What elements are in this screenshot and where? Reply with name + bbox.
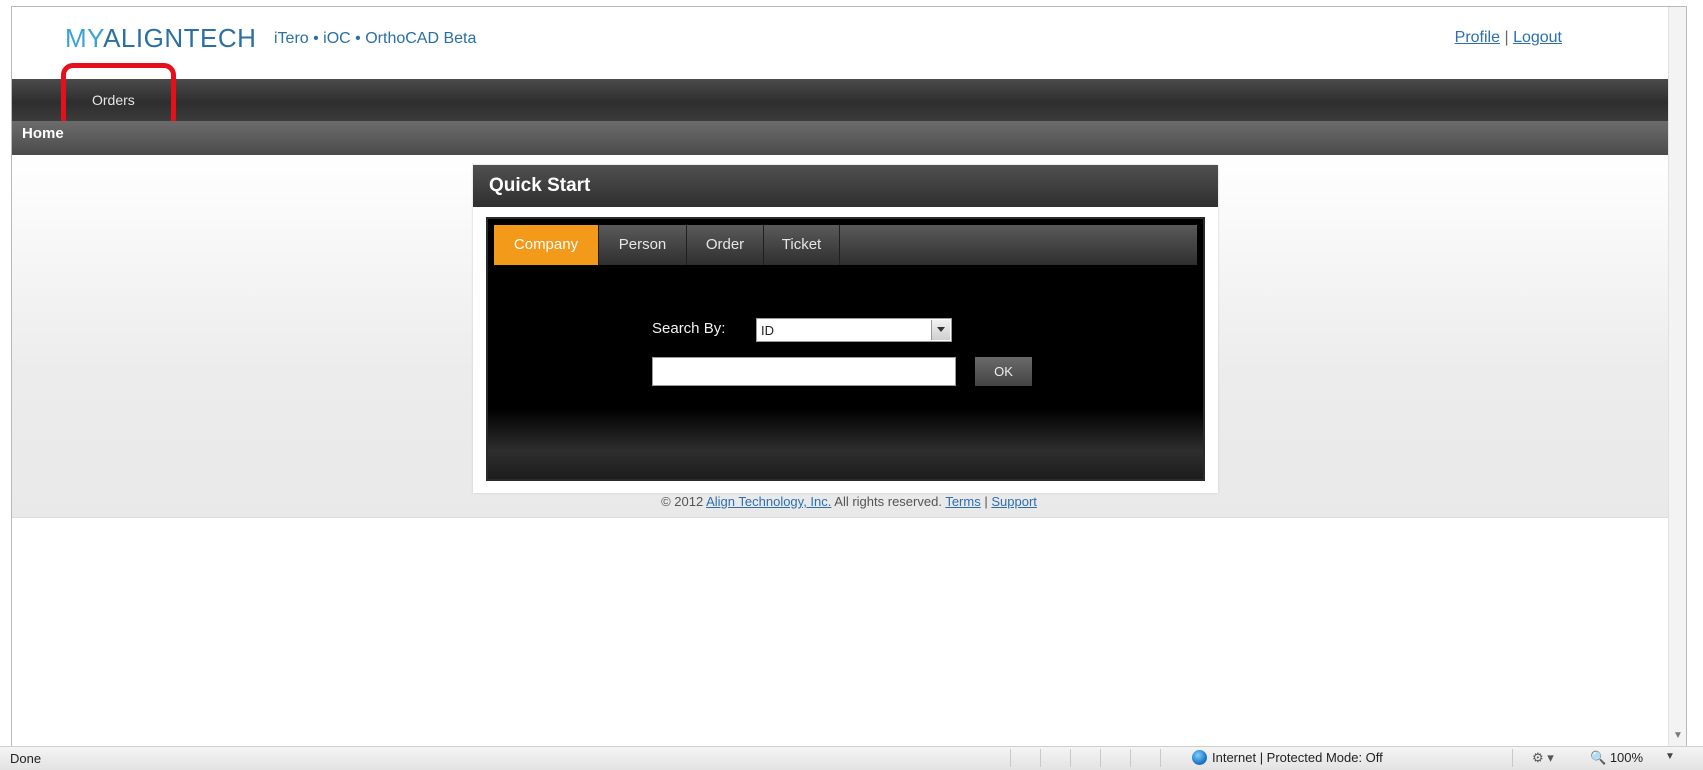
browser-status-bar: Done Internet | Protected Mode: Off ⚙ ▾ … (0, 746, 1703, 770)
page-footer: © 2012 Align Technology, Inc. All rights… (12, 494, 1686, 509)
quick-start-header: Quick Start (473, 165, 1218, 207)
footer-company-link[interactable]: Align Technology, Inc. (706, 494, 831, 509)
user-links: Profile | Logout (1455, 29, 1562, 47)
breadcrumb-home[interactable]: Home (22, 125, 64, 142)
main-nav: Orders (12, 63, 1686, 130)
nav-orders[interactable]: Orders (92, 92, 135, 108)
tab-company[interactable]: Company (494, 225, 599, 265)
ok-button[interactable]: OK (975, 357, 1032, 386)
status-divider (1040, 749, 1041, 767)
security-zone: Internet | Protected Mode: Off (1192, 750, 1383, 765)
quick-start-title: Quick Start (489, 175, 591, 196)
status-divider (1160, 749, 1161, 767)
tab-person[interactable]: Person (599, 225, 687, 265)
zoom-level: 100% (1609, 750, 1644, 765)
dropdown-arrow-icon[interactable] (931, 320, 950, 340)
protected-mode-icon[interactable]: ⚙ ▾ (1532, 750, 1554, 766)
search-by-label: Search By: (652, 320, 726, 337)
quick-start-tabs: Company Person Order Ticket (494, 225, 1197, 265)
tab-ticket[interactable]: Ticket (764, 225, 840, 265)
search-by-select[interactable]: ID (756, 318, 952, 342)
breadcrumb-bar: Home (12, 121, 1686, 155)
footer-copyright: © 2012 (661, 494, 704, 509)
status-text: Done (10, 751, 42, 766)
quick-start-panel: Company Person Order Ticket Search By: I… (486, 217, 1205, 481)
site-header: MYALIGNTECH iTero • iOC • OrthoCAD Beta … (12, 7, 1686, 79)
search-by-value: ID (761, 323, 774, 338)
footer-terms-link[interactable]: Terms (945, 494, 980, 509)
status-divider (1512, 749, 1513, 767)
logo-aligntech: ALIGNTECH (103, 23, 257, 53)
footer-support-link[interactable]: Support (991, 494, 1037, 509)
security-zone-text: Internet | Protected Mode: Off (1212, 750, 1383, 765)
footer-separator: | (984, 494, 988, 509)
status-divider (1130, 749, 1131, 767)
panel-background-glow (488, 409, 1203, 479)
product-list: iTero • iOC • OrthoCAD Beta (274, 30, 477, 47)
tab-order[interactable]: Order (687, 225, 764, 265)
status-divider (1010, 749, 1011, 767)
myaligntech-logo[interactable]: MYALIGNTECH (65, 23, 256, 54)
quick-start-widget: Quick Start Company Person Order Ticket … (473, 165, 1218, 493)
zoom-dropdown-icon[interactable]: ▼ (1665, 751, 1675, 762)
status-divider (1100, 749, 1101, 767)
vertical-scrollbar[interactable]: ▼ (1668, 7, 1686, 747)
zoom-control[interactable]: 🔍 100% (1590, 750, 1643, 766)
profile-link[interactable]: Profile (1455, 29, 1500, 46)
status-divider (1070, 749, 1071, 767)
footer-rights: All rights reserved. (834, 494, 942, 509)
main-content: Quick Start Company Person Order Ticket … (12, 155, 1686, 518)
logout-link[interactable]: Logout (1513, 29, 1562, 46)
globe-icon (1192, 750, 1207, 765)
logo-my: MY (65, 23, 104, 53)
scroll-down-icon[interactable]: ▼ (1673, 730, 1683, 741)
link-separator: | (1504, 29, 1509, 46)
search-input[interactable] (652, 357, 956, 386)
browser-content: MYALIGNTECH iTero • iOC • OrthoCAD Beta … (11, 6, 1687, 748)
